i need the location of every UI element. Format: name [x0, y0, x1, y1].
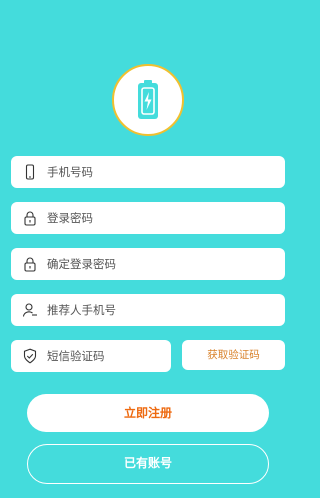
phone-icon — [25, 164, 35, 180]
battery-charge-icon — [138, 80, 158, 119]
phone-placeholder: 手机号码 — [47, 165, 93, 179]
lock-icon — [24, 257, 36, 272]
sms-code-field[interactable]: 短信验证码 — [11, 340, 171, 372]
get-code-button[interactable]: 获取验证码 — [182, 340, 285, 370]
confirm-password-placeholder: 确定登录密码 — [47, 257, 116, 271]
referrer-phone-placeholder: 推荐人手机号 — [47, 303, 116, 317]
register-button[interactable]: 立即注册 — [27, 394, 269, 432]
app-logo — [112, 64, 184, 136]
referrer-phone-field[interactable]: 推荐人手机号 — [11, 294, 285, 326]
shield-check-icon — [23, 348, 37, 364]
have-account-button[interactable]: 已有账号 — [27, 444, 269, 484]
sms-code-placeholder: 短信验证码 — [47, 349, 105, 363]
lock-icon — [24, 211, 36, 226]
phone-field[interactable]: 手机号码 — [11, 156, 285, 188]
confirm-password-field[interactable]: 确定登录密码 — [11, 248, 285, 280]
password-placeholder: 登录密码 — [47, 211, 93, 225]
password-field[interactable]: 登录密码 — [11, 202, 285, 234]
user-add-icon — [22, 303, 37, 317]
